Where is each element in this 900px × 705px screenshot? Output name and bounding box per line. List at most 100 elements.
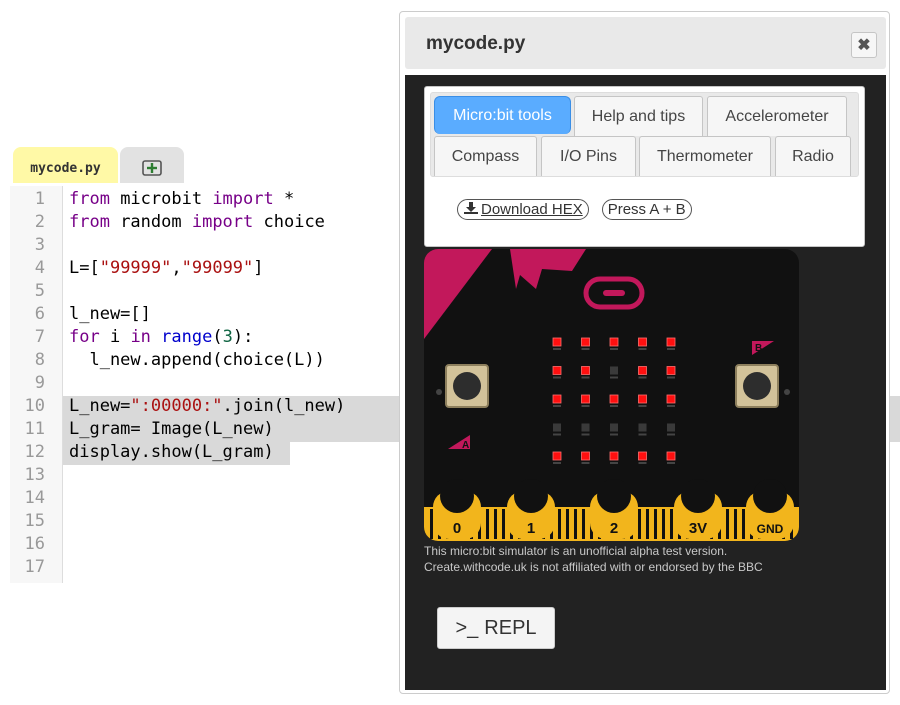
led-base	[610, 433, 618, 436]
line-number: 1	[34, 189, 45, 209]
tab-accelerometer[interactable]: Accelerometer	[707, 96, 847, 136]
button-b-cap	[743, 372, 771, 400]
code-line-6: l_new=[]	[69, 304, 151, 324]
led-base	[581, 405, 590, 407]
led-on	[581, 366, 590, 375]
code-line-1: from microbit import *	[69, 189, 295, 209]
pin-hole	[753, 479, 787, 513]
new-file-tab[interactable]	[120, 147, 184, 183]
close-button[interactable]: ✖	[851, 32, 877, 58]
led-base	[553, 348, 561, 350]
line-number: 17	[24, 557, 45, 577]
button-a-hole	[436, 389, 442, 395]
led-on	[609, 337, 619, 347]
connector-finger	[558, 509, 561, 539]
led-on	[552, 394, 562, 404]
led-off	[553, 423, 561, 432]
tab-compass[interactable]: Compass	[434, 136, 537, 176]
code-line-11: L_gram= Image(L_new)	[69, 419, 274, 439]
led-base	[553, 462, 561, 464]
connector-finger	[654, 509, 657, 539]
close-icon: ✖	[857, 37, 871, 54]
connector-finger	[494, 509, 497, 539]
led-off	[610, 366, 618, 375]
line-number: 16	[24, 534, 45, 554]
repl-button[interactable]: >_ REPL	[437, 607, 555, 649]
line-number: 2	[34, 212, 45, 232]
add-file-icon	[139, 159, 165, 177]
led-on	[609, 451, 619, 461]
led-base	[581, 348, 590, 350]
code-line-8: l_new.append(choice(L))	[69, 350, 325, 370]
line-number: 6	[34, 304, 45, 324]
line-number: 14	[24, 488, 45, 508]
pin-hole	[440, 479, 474, 513]
led-base	[581, 433, 590, 436]
connector-finger	[726, 509, 729, 539]
code-line-7: for i in range(3):	[69, 327, 254, 347]
led-base	[667, 348, 675, 350]
led-on	[552, 451, 562, 461]
tab-io-pins[interactable]: I/O Pins	[541, 136, 636, 176]
code-line-2: from random import choice	[69, 212, 325, 232]
editor-tab-label: mycode.py	[30, 160, 101, 176]
tab-help-and-tips[interactable]: Help and tips	[574, 96, 703, 136]
line-number: 12	[24, 442, 45, 462]
led-on	[581, 394, 590, 404]
tab-radio[interactable]: Radio	[775, 136, 851, 176]
line-number: 4	[34, 258, 45, 278]
dialog-header: mycode.py ✖	[405, 17, 886, 69]
download-hex-button[interactable]: Download HEX	[457, 199, 589, 220]
led-off	[638, 423, 647, 432]
led-base	[553, 433, 561, 436]
line-number: 5	[34, 281, 45, 301]
led-off	[610, 423, 618, 432]
pin-label: GND	[757, 522, 784, 536]
microbit-dialog: mycode.py ✖ Micro:bit tools Help and tip…	[399, 11, 890, 694]
pin-label: 0	[453, 520, 461, 537]
simulator-note: This micro:bit simulator is an unofficia…	[424, 543, 763, 575]
connector-finger	[638, 509, 641, 539]
led-base	[638, 433, 647, 436]
led-off	[581, 423, 590, 432]
code-line-12: display.show(L_gram)	[69, 442, 274, 462]
led-base	[667, 462, 675, 464]
line-number: 15	[24, 511, 45, 531]
simulator-note-line2: Create.withcode.uk is not affiliated wit…	[424, 560, 763, 574]
line-number: 9	[34, 373, 45, 393]
microbit-board: 0 1 2 3V GND A B	[424, 249, 799, 541]
led-on	[666, 451, 676, 461]
led-base	[667, 376, 675, 379]
tab-thermometer[interactable]: Thermometer	[639, 136, 771, 176]
line-number: 10	[24, 396, 45, 416]
led-base	[638, 405, 647, 407]
led-on	[581, 337, 590, 347]
led-on	[638, 394, 647, 404]
connector-finger	[574, 509, 577, 539]
pin-label: 1	[527, 520, 535, 537]
repl-label: REPL	[484, 616, 537, 639]
press-a-b-button[interactable]: Press A + B	[601, 199, 692, 220]
led-base	[610, 405, 618, 407]
button-b-label: B	[755, 343, 762, 354]
led-base	[581, 462, 590, 464]
selection-highlight	[890, 396, 900, 442]
led-on	[552, 366, 562, 375]
download-icon	[463, 201, 479, 219]
code-line-4: L=["99999","99099"]	[69, 258, 264, 278]
simulator-note-line1: This micro:bit simulator is an unofficia…	[424, 544, 728, 558]
connector-finger	[566, 509, 569, 539]
editor-tab-mycode[interactable]: mycode.py	[13, 147, 118, 183]
led-base	[638, 376, 647, 379]
pin-hole	[597, 479, 631, 513]
download-hex-label: Download HEX	[481, 201, 583, 218]
button-a-label: A	[462, 440, 469, 451]
led-base	[610, 462, 618, 464]
logo-center	[603, 290, 625, 296]
led-on	[666, 394, 676, 404]
tab-microbit-tools[interactable]: Micro:bit tools	[434, 96, 571, 134]
led-base	[667, 433, 675, 436]
connector-finger	[734, 509, 737, 539]
connector-finger	[486, 509, 489, 539]
pin-label: 2	[610, 520, 618, 537]
